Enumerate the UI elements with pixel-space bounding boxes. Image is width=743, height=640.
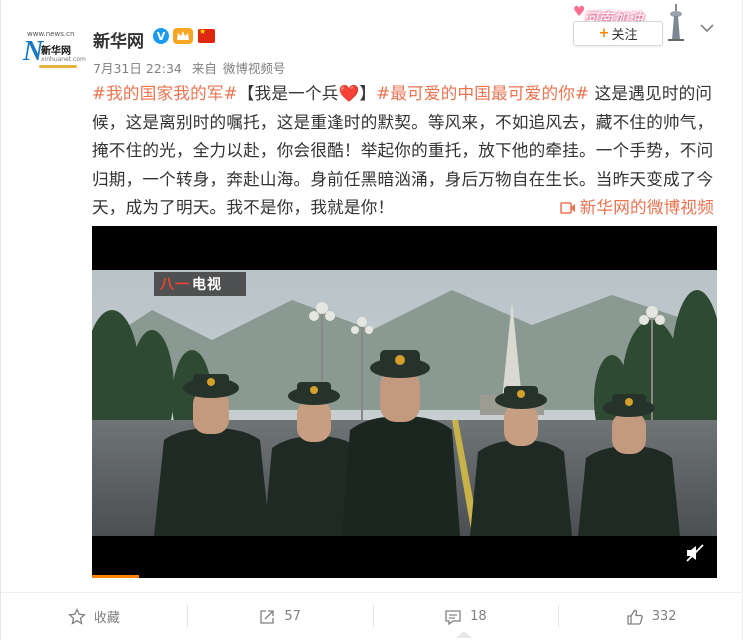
rich-member-icon[interactable]: [173, 28, 193, 44]
like-button[interactable]: 332: [558, 593, 743, 640]
comment-icon: [445, 609, 461, 625]
red-heart-icon: ❤️: [338, 84, 360, 103]
comment-count: 18: [470, 609, 487, 624]
post-text: #我的国家我的军#【我是一个兵❤️】#最可爱的中国最可爱的你# 这是遇见时的问候…: [92, 80, 714, 225]
crown-icon: [177, 31, 189, 40]
weibo-post-card: www.news.cn N 新华网 xinhuanet.com 新华网 V 7月…: [0, 0, 743, 640]
share-button[interactable]: 57: [186, 593, 373, 640]
post-source[interactable]: 微博视频号: [223, 61, 286, 76]
avatar-swoosh: [39, 65, 77, 68]
tv-channel-watermark: 八一 电视: [154, 272, 246, 296]
video-progress-bar[interactable]: [92, 575, 139, 578]
comment-button[interactable]: 18: [372, 593, 559, 640]
tv-watermark-label: 电视: [192, 277, 222, 293]
avatar-logo-sub: xinhuanet.com: [41, 56, 86, 63]
post-source-prefix: 来自: [191, 61, 217, 76]
post-actions: 收藏 57 18 332: [1, 593, 743, 640]
china-flag-icon: [198, 27, 215, 43]
like-count: 332: [651, 609, 677, 624]
author-avatar[interactable]: www.news.cn N 新华网 xinhuanet.com: [21, 30, 86, 74]
bracket-title-start: 【我是一个兵: [237, 84, 339, 103]
share-count: 57: [284, 609, 301, 624]
plus-icon: +: [598, 26, 610, 41]
verified-v-icon[interactable]: V: [153, 28, 169, 44]
share-icon: [260, 609, 274, 624]
video-link-icon: [559, 196, 576, 225]
chevron-down-icon[interactable]: [697, 18, 717, 38]
favorite-button[interactable]: 收藏: [1, 593, 187, 640]
hashtag-my-country-my-army[interactable]: #我的国家我的军#: [92, 84, 238, 103]
star-icon: [67, 607, 86, 625]
hashtag-most-lovely[interactable]: #最可爱的中国最可爱的你#: [376, 84, 589, 103]
favorite-label: 收藏: [93, 611, 120, 626]
tv-watermark-prefix: 八一: [160, 277, 190, 293]
video-player[interactable]: 八一 电视: [92, 226, 717, 578]
post-date[interactable]: 7月31日 22:34: [93, 61, 182, 76]
post-meta: 7月31日 22:34 来自 微博视频号: [93, 58, 291, 77]
tower-icon: [668, 4, 684, 41]
follow-label: 关注: [611, 28, 638, 43]
like-icon: [627, 609, 643, 625]
video-source-link[interactable]: 新华网的微博视频: [559, 194, 714, 225]
video-link-label: 新华网的微博视频: [579, 198, 714, 217]
video-frame-soldiers: [92, 270, 717, 536]
mute-icon[interactable]: [684, 542, 706, 564]
avatar-logo-name: 新华网: [41, 46, 71, 57]
author-name[interactable]: 新华网: [93, 27, 144, 52]
bracket-title-end: 】: [359, 84, 377, 103]
follow-button[interactable]: + 关注: [573, 21, 663, 46]
